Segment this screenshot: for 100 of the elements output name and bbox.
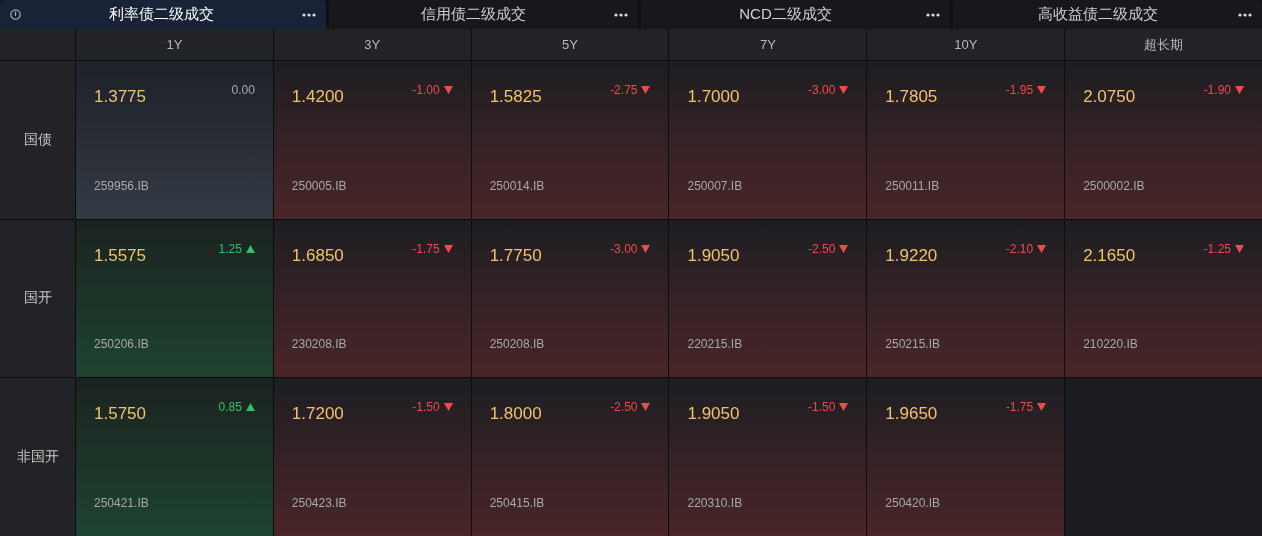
bond-code: 250206.IB [94, 337, 150, 352]
yield-value: 1.5575 [94, 245, 146, 266]
column-header: 3Y [273, 29, 471, 60]
quote-cell[interactable]: 1.7750 -3.00 250208.IB [471, 219, 669, 378]
down-triangle-icon [641, 86, 651, 94]
bond-code: 250011.IB [885, 178, 941, 193]
more-icon[interactable] [1238, 12, 1252, 17]
bond-code: 250421.IB [94, 496, 150, 510]
quote-cell[interactable]: 1.7000 -3.00 250007.IB [669, 61, 867, 219]
tab[interactable]: NCD二级成交 [641, 0, 950, 29]
more-icon[interactable] [614, 12, 628, 17]
yield-value: 1.5825 [489, 87, 542, 107]
quote-cell[interactable]: 1.7200 -1.50 250423.IB [273, 378, 471, 536]
row-header: 国债 [0, 61, 75, 219]
column-header: 5Y [471, 29, 669, 60]
up-triangle-icon [245, 403, 255, 412]
down-triangle-icon [1235, 86, 1244, 94]
quote-cell[interactable]: 1.9050 -2.50 220215.IB [669, 219, 867, 378]
change-value: -1.00 [412, 83, 440, 97]
yield-value: 1.9050 [687, 245, 740, 266]
quote-cell[interactable]: 1.3775 0.00 259956.IB [76, 61, 273, 219]
more-icon[interactable] [926, 12, 940, 17]
quote-cell[interactable]: 1.5575 1.25 250206.IB [76, 219, 273, 378]
yield-value: 1.8000 [489, 404, 542, 425]
row-header: 国开 [0, 219, 75, 378]
change-value: -3.00 [610, 241, 638, 256]
bond-code: 220310.IB [687, 496, 744, 510]
change-value: -1.90 [1203, 83, 1231, 97]
change-value: -2.50 [610, 400, 638, 415]
column-header: 7Y [669, 29, 867, 60]
down-triangle-icon [641, 244, 651, 253]
bond-code: 250215.IB [885, 337, 942, 352]
change-value: -3.00 [807, 83, 836, 97]
down-triangle-icon [443, 86, 453, 94]
change-value: -2.10 [1005, 241, 1034, 256]
down-triangle-icon [443, 244, 453, 253]
change-value: -2.75 [610, 83, 638, 97]
bond-code: 210220.IB [1083, 337, 1139, 352]
change-value: -2.50 [807, 241, 836, 256]
change-value: 0.00 [231, 83, 255, 97]
change-value: -1.50 [807, 400, 836, 415]
bond-code: 2500002.IB [1083, 178, 1146, 193]
yield-value: 1.5750 [94, 404, 146, 425]
quote-cell[interactable]: 1.7805 -1.95 250011.IB [867, 61, 1065, 219]
up-triangle-icon [245, 244, 255, 253]
column-header: 1Y [76, 29, 273, 60]
change-value: -1.75 [1005, 400, 1034, 415]
tab[interactable]: 高收益债二级成交 [953, 0, 1262, 29]
down-triangle-icon [1037, 244, 1047, 253]
bond-code: 250423.IB [291, 496, 348, 510]
quote-cell[interactable]: 1.5750 0.85 250421.IB [76, 378, 273, 536]
yield-value: 1.7805 [885, 87, 938, 107]
change-value: -1.25 [1203, 241, 1231, 256]
quote-cell[interactable]: 1.6850 -1.75 230208.IB [273, 219, 471, 378]
yield-value: 1.7200 [291, 404, 344, 425]
bond-code: 250420.IB [885, 496, 942, 510]
yield-value: 1.6850 [291, 245, 344, 266]
change-value: 1.25 [218, 241, 242, 256]
tab[interactable]: 利率债二级成交 [0, 0, 326, 29]
column-header: 超长期 [1065, 29, 1262, 60]
bond-code: 259956.IB [94, 178, 150, 193]
quote-cell[interactable]: 2.0750 -1.90 2500002.IB [1065, 61, 1262, 219]
down-triangle-icon [641, 403, 651, 412]
quote-cell[interactable]: 1.9650 -1.75 250420.IB [867, 378, 1065, 536]
column-header: 10Y [867, 29, 1065, 60]
quote-cell[interactable]: 1.9050 -1.50 220310.IB [669, 378, 867, 536]
quote-cell[interactable]: 1.8000 -2.50 250415.IB [471, 378, 669, 536]
yield-value: 1.9050 [687, 404, 740, 425]
yield-value: 1.7750 [489, 245, 542, 266]
tab[interactable]: 信用债二级成交 [329, 0, 638, 29]
change-value: -1.95 [1005, 83, 1034, 97]
row-header: 非国开 [0, 378, 75, 536]
yield-value: 1.7000 [687, 87, 740, 107]
quote-cell[interactable]: 1.5825 -2.75 250014.IB [471, 61, 669, 219]
down-triangle-icon [443, 403, 453, 412]
change-value: 0.85 [218, 400, 242, 415]
yield-value: 2.1650 [1083, 245, 1136, 266]
bond-code: 250415.IB [489, 496, 546, 510]
bond-code: 220215.IB [687, 337, 744, 352]
bond-code: 250007.IB [687, 178, 744, 193]
down-triangle-icon [839, 403, 849, 412]
more-icon[interactable] [302, 12, 316, 17]
bond-code: 250208.IB [489, 337, 546, 352]
down-triangle-icon [839, 86, 849, 94]
info-icon [10, 9, 21, 20]
down-triangle-icon [1037, 403, 1047, 412]
change-value: -1.75 [412, 241, 440, 256]
bond-code: 250014.IB [489, 178, 546, 193]
yield-value: 2.0750 [1083, 87, 1136, 107]
yield-value: 1.9220 [885, 245, 938, 266]
quote-cell[interactable]: 2.1650 -1.25 210220.IB [1065, 219, 1262, 378]
change-value: -1.50 [412, 400, 440, 415]
down-triangle-icon [1037, 86, 1047, 94]
yield-value: 1.9650 [885, 404, 938, 425]
down-triangle-icon [1235, 244, 1244, 253]
yield-value: 1.4200 [291, 87, 344, 107]
quote-cell[interactable]: 1.4200 -1.00 250005.IB [273, 61, 471, 219]
down-triangle-icon [839, 244, 849, 253]
quote-cell[interactable]: 1.9220 -2.10 250215.IB [867, 219, 1065, 378]
yield-value: 1.3775 [94, 87, 146, 107]
